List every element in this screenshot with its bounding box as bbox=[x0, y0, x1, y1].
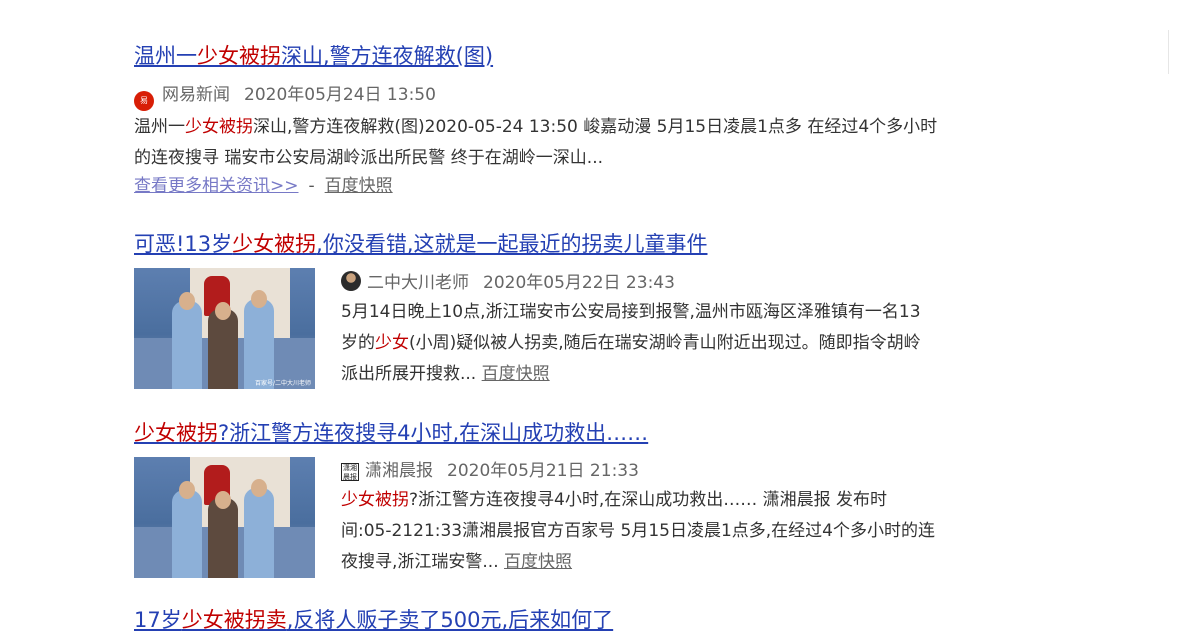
thumbnail-watermark: 百家号/二中大川老师 bbox=[254, 380, 311, 387]
result-meta: 易网易新闻 2020年05月24日 13:50 bbox=[134, 84, 954, 111]
search-result: 少女被拐?浙江警方连夜搜寻4小时,在深山成功救出…… 潇湘 晨报 潇湘晨报 2020年… bbox=[134, 419, 954, 578]
figure-head bbox=[179, 481, 195, 499]
result-meta: 潇湘 晨报 潇湘晨报 2020年05月21日 21:33 bbox=[341, 460, 954, 482]
figure-head bbox=[215, 491, 231, 509]
baidu-snapshot-link[interactable]: 百度快照 bbox=[325, 176, 393, 196]
officer-figure bbox=[244, 299, 274, 389]
girl-figure bbox=[208, 309, 238, 389]
search-result: 17岁少女被拐卖,反将人贩子卖了500元,后来如何了 bbox=[134, 606, 954, 634]
figure-head bbox=[251, 479, 267, 497]
result-date: 2020年05月22日 23:43 bbox=[483, 273, 675, 293]
result-date: 2020年05月21日 21:33 bbox=[447, 461, 639, 481]
link-separator: - bbox=[308, 176, 315, 196]
result-date: 2020年05月24日 13:50 bbox=[244, 85, 436, 105]
girl-figure bbox=[208, 498, 238, 578]
result-title-link[interactable]: 少女被拐?浙江警方连夜搜寻4小时,在深山成功救出…… bbox=[134, 419, 954, 447]
netease-logo-icon: 易 bbox=[134, 91, 154, 111]
search-result: 可恶!13岁少女被拐,你没看错,这就是一起最近的拐卖儿童事件 百家号/二中大川老… bbox=[134, 230, 954, 390]
xiaoxiang-logo-icon: 潇湘 晨报 bbox=[341, 463, 359, 481]
figure-head bbox=[179, 292, 195, 310]
figure-head bbox=[251, 290, 267, 308]
baidu-snapshot-link[interactable]: 百度快照 bbox=[504, 552, 572, 572]
result-links: 查看更多相关资讯>> - 百度快照 bbox=[134, 174, 954, 198]
search-result: 温州一少女被拐深山,警方连夜解救(图) 易网易新闻 2020年05月24日 13:… bbox=[134, 42, 954, 198]
result-thumbnail[interactable]: 百家号/二中大川老师 bbox=[134, 268, 315, 389]
result-abstract: 5月14日晚上10点,浙江瑞安市公安局接到报警,温州市瓯海区泽雅镇有一名13岁的… bbox=[341, 302, 921, 384]
result-thumbnail[interactable] bbox=[134, 457, 315, 578]
more-news-link[interactable]: 查看更多相关资讯>> bbox=[134, 176, 299, 196]
result-title-link[interactable]: 17岁少女被拐卖,反将人贩子卖了500元,后来如何了 bbox=[134, 606, 954, 634]
figure-head bbox=[215, 302, 231, 320]
result-title-link[interactable]: 可恶!13岁少女被拐,你没看错,这就是一起最近的拐卖儿童事件 bbox=[134, 230, 954, 258]
page-divider bbox=[1168, 30, 1169, 74]
result-source: 二中大川老师 bbox=[367, 273, 469, 293]
officer-figure bbox=[172, 490, 202, 578]
result-meta: 二中大川老师 2020年05月22日 23:43 bbox=[341, 271, 954, 294]
author-avatar-icon bbox=[341, 271, 361, 291]
baidu-snapshot-link[interactable]: 百度快照 bbox=[482, 364, 550, 384]
result-title-link[interactable]: 温州一少女被拐深山,警方连夜解救(图) bbox=[134, 42, 954, 70]
result-source: 网易新闻 bbox=[162, 85, 230, 105]
result-abstract: 少女被拐?浙江警方连夜搜寻4小时,在深山成功救出…… 潇湘晨报 发布时间:05-… bbox=[341, 490, 936, 572]
officer-figure bbox=[244, 488, 274, 578]
officer-figure bbox=[172, 301, 202, 389]
result-abstract: 温州一少女被拐深山,警方连夜解救(图)2020-05-24 13:50 峻嘉动漫… bbox=[134, 117, 938, 168]
result-source: 潇湘晨报 bbox=[365, 461, 433, 481]
